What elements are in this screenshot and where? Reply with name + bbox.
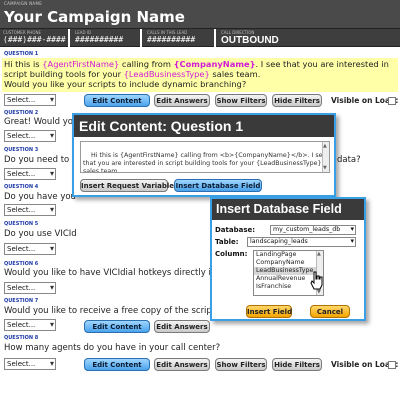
answer-select-q5[interactable]: Select... [4, 243, 56, 255]
answer-select-q1[interactable]: Select... [4, 94, 56, 106]
insert-database-field-button[interactable]: Insert Database Field [174, 179, 262, 192]
answer-select-q4[interactable]: Select... [4, 204, 56, 216]
hide-filters-button-q1[interactable]: Hide Filters [272, 94, 322, 107]
table-select[interactable]: landscaping_leads [247, 237, 356, 247]
q1-text-part: sales team. [209, 69, 261, 79]
campaign-header: CAMPAIGN NAME Your Campaign Name [0, 0, 400, 29]
lead-info-bar: CUSTOMER PHONE (###)###-#### LEAD ID ###… [0, 29, 400, 47]
call-direction-value: OUTBOUND [221, 35, 279, 46]
content-textarea[interactable]: Hi this is {AgentFirstName} calling from… [80, 141, 330, 173]
customer-phone-value: (###)###-#### [3, 35, 66, 44]
question-6-label: QUESTION 6 [4, 261, 39, 267]
edit-content-dialog: Edit Content: Question 1 Hi this is {Age… [72, 113, 336, 197]
answer-select-q2[interactable]: Select... [4, 130, 56, 142]
calls-in-lead-cell: CALLS IN THIS LEAD ########## [144, 29, 216, 47]
lead-id-value: ########## [75, 35, 124, 44]
call-direction-cell: CALL DIRECTION OUTBOUND [218, 29, 400, 47]
answer-select-q6[interactable]: Select... [4, 282, 56, 294]
show-filters-button-q1[interactable]: Show Filters [215, 94, 267, 107]
question-5-label: QUESTION 5 [4, 221, 39, 227]
question-7-label: QUESTION 7 [4, 298, 39, 304]
q1-text-part: calling from [119, 59, 174, 69]
question-8-label: QUESTION 8 [4, 335, 39, 341]
hide-filters-button-q8[interactable]: Hide Filters [272, 358, 322, 371]
question-1-text: Hi this is {AgentFirstName} calling from… [4, 59, 394, 89]
insert-database-field-dialog: Insert Database Field Database: my_custo… [210, 197, 366, 321]
company-name-variable: {CompanyName} [173, 59, 256, 69]
question-5-text: Do you use VICId [4, 229, 77, 239]
visible-on-load-checkbox-q8[interactable] [388, 361, 396, 369]
edit-content-button-q1[interactable]: Edit Content [84, 94, 150, 107]
table-label: Table: [215, 238, 239, 246]
question-3-text: Do you need to c [4, 155, 77, 165]
insert-field-button[interactable]: Insert Field [246, 305, 292, 318]
content-textarea-text: Hi this is {AgentFirstName} calling from… [83, 152, 327, 173]
campaign-name: Your Campaign Name [4, 8, 185, 26]
insert-database-field-dialog-title: Insert Database Field [212, 199, 364, 220]
question-1-label: QUESTION 1 [4, 51, 39, 57]
lead-business-type-variable: {LeadBusinessType} [123, 69, 210, 79]
database-label: Database: [215, 226, 256, 234]
hand-cursor-icon [310, 271, 323, 290]
edit-content-dialog-title: Edit Content: Question 1 [74, 115, 334, 137]
calls-in-lead-value: ########## [147, 35, 196, 44]
agent-first-name-variable: {AgentFirstName} [42, 59, 120, 69]
column-option[interactable]: CompanyName [254, 259, 323, 267]
question-3-label: QUESTION 3 [4, 147, 39, 153]
show-filters-button-q8[interactable]: Show Filters [215, 358, 267, 371]
edit-content-button-q8[interactable]: Edit Content [84, 358, 150, 371]
question-2-label: QUESTION 2 [4, 110, 39, 116]
lead-id-cell: LEAD ID ########## [72, 29, 142, 47]
visible-on-load-checkbox-q1[interactable] [388, 97, 396, 105]
q1-text-part: Would you like your scripts to include d… [4, 79, 247, 89]
edit-answers-button-q7[interactable]: Edit Answers [154, 320, 210, 333]
database-select[interactable]: my_custom_leads_db [270, 225, 356, 235]
insert-request-variable-button[interactable]: Insert Request Variable [80, 179, 174, 192]
answer-select-q7[interactable]: Select... [4, 319, 56, 331]
answer-select-q8[interactable]: Select... [4, 358, 56, 370]
edit-answers-button-q8[interactable]: Edit Answers [154, 358, 210, 371]
textarea-scrollbar[interactable] [322, 142, 329, 172]
edit-content-button-q7[interactable]: Edit Content [84, 320, 150, 333]
q1-text-part: Hi this is [4, 59, 43, 69]
question-4-text: Do you have you [4, 192, 76, 202]
answer-select-q3[interactable]: Select... [4, 168, 56, 180]
question-6-text: Would you like to have VICIdial hotkeys … [4, 268, 234, 278]
campaign-name-label: CAMPAIGN NAME [4, 1, 43, 6]
column-option[interactable]: LandingPage [254, 251, 323, 259]
question-3-text-tail: data? [337, 155, 361, 165]
question-2-text: Great! Would you [4, 117, 79, 127]
column-label: Column: [215, 250, 248, 258]
question-7-text: Would you like to receive a free copy of… [4, 306, 236, 316]
edit-answers-button-q1[interactable]: Edit Answers [154, 94, 210, 107]
cancel-button[interactable]: Cancel [310, 305, 350, 318]
question-4-label: QUESTION 4 [4, 184, 39, 190]
customer-phone-cell: CUSTOMER PHONE (###)###-#### [0, 29, 70, 47]
question-8-text: How many agents do you have in your call… [4, 343, 221, 353]
